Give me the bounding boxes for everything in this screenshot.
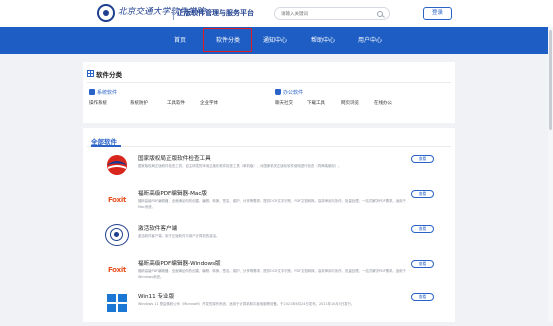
software-description: 福昕高级PDF编辑器，全面满足你的创建、编辑、转换、签名、保护、分享等需求，提供… (138, 269, 406, 279)
divider (87, 146, 451, 147)
view-button[interactable]: 查看 (411, 260, 434, 268)
foxit-logo-icon: Foxit (107, 266, 127, 274)
platform-title: 正版软件管理与服务平台 (177, 9, 254, 17)
software-item: 国家版权局正版软件检查工具 国家版权局正版软件检查工具，自主研发的本地正版化软件… (83, 154, 455, 188)
category-office-software[interactable]: 办公软件 (283, 89, 303, 96)
software-item: Foxit 福昕高级PDF编辑器-Windows版 福昕高级PDF编辑器，全面满… (83, 259, 455, 293)
search-box[interactable] (274, 7, 390, 20)
software-name[interactable]: 福昕高级PDF编辑器-Windows版 (138, 259, 221, 267)
software-description: Windows 11 是由微软公司（Microsoft）开发的操作系统，适用于计… (138, 302, 355, 306)
categories-title: 软件分类 (96, 71, 122, 79)
category-link[interactable]: 聊天社交 (275, 100, 293, 106)
software-description: 福昕高级PDF编辑器，全面满足你的创建、编辑、转换、签名、保护、分享等需求，提供… (138, 199, 406, 209)
nav-notice-center[interactable]: 通知中心 (263, 27, 287, 54)
software-description: 激活软件客户端，用于正版软件与用户计算机的激活。 (138, 234, 220, 238)
category-link[interactable]: 操作系统 (89, 100, 107, 106)
nav-help-center[interactable]: 帮助中心 (311, 27, 335, 54)
top-header: 北京交通大学软件学院 正版软件管理与服务平台 登录 (0, 0, 553, 27)
categories-card: 软件分类 系统软件 操作系统 系统防护 工具软件 企业字体 办公软件 聊天社交 … (83, 62, 455, 123)
active-nav-highlight (203, 28, 252, 52)
seal-logo-icon (105, 224, 129, 246)
grid-icon (87, 70, 94, 77)
category-link[interactable]: 在线办公 (374, 100, 392, 106)
foxit-logo-icon: Foxit (107, 196, 127, 204)
active-section-underline (91, 145, 121, 147)
view-button[interactable]: 查看 (411, 190, 434, 198)
category-link[interactable]: 企业字体 (200, 100, 218, 106)
scrollbar-thumb[interactable] (549, 30, 552, 130)
windows-pane (117, 303, 127, 312)
software-name[interactable]: 福昕高级PDF编辑器-Mac版 (138, 189, 207, 197)
view-button[interactable]: 查看 (411, 155, 434, 163)
search-icon[interactable] (377, 11, 383, 17)
view-button[interactable]: 查看 (411, 225, 434, 233)
windows-logo-icon (105, 292, 129, 314)
university-seal-icon (97, 4, 115, 22)
china-flag-icon (105, 154, 129, 176)
nav-user-center[interactable]: 用户中心 (358, 27, 382, 54)
all-software-card: 全部软件 国家版权局正版软件检查工具 国家版权局正版软件检查工具，自主研发的本地… (83, 128, 455, 322)
software-item: Win11 专业版 Windows 11 是由微软公司（Microsoft）开发… (83, 292, 455, 326)
windows-pane (107, 303, 117, 312)
main-nav: 首页 软件分类 通知中心 帮助中心 用户中心 (0, 27, 553, 54)
software-name[interactable]: Win11 专业版 (138, 292, 174, 300)
category-link[interactable]: 工具软件 (167, 100, 185, 106)
software-name[interactable]: 激活软件客户端 (138, 224, 177, 232)
category-link[interactable]: 网页浏览 (341, 100, 359, 106)
system-software-icon (89, 89, 95, 95)
nav-home[interactable]: 首页 (174, 27, 186, 54)
divider (87, 82, 451, 83)
category-link[interactable]: 系统防护 (130, 100, 148, 106)
category-link[interactable]: 下载工具 (307, 100, 325, 106)
login-button[interactable]: 登录 (423, 7, 452, 20)
view-button[interactable]: 查看 (411, 293, 434, 301)
software-item: 激活软件客户端 激活软件客户端，用于正版软件与用户计算机的激活。 查看 (83, 224, 455, 258)
logo-divider (173, 7, 174, 20)
search-input[interactable] (281, 9, 375, 19)
software-description: 国家版权局正版软件检查工具，自主研发的本地正版化软件检查工具（单机版），对国家机… (138, 164, 342, 168)
category-system-software[interactable]: 系统软件 (97, 89, 117, 96)
windows-pane (117, 294, 127, 303)
windows-pane (107, 294, 117, 303)
software-item: Foxit 福昕高级PDF编辑器-Mac版 福昕高级PDF编辑器，全面满足你的创… (83, 189, 455, 223)
office-software-icon (275, 89, 281, 95)
software-name[interactable]: 国家版权局正版软件检查工具 (138, 154, 211, 162)
